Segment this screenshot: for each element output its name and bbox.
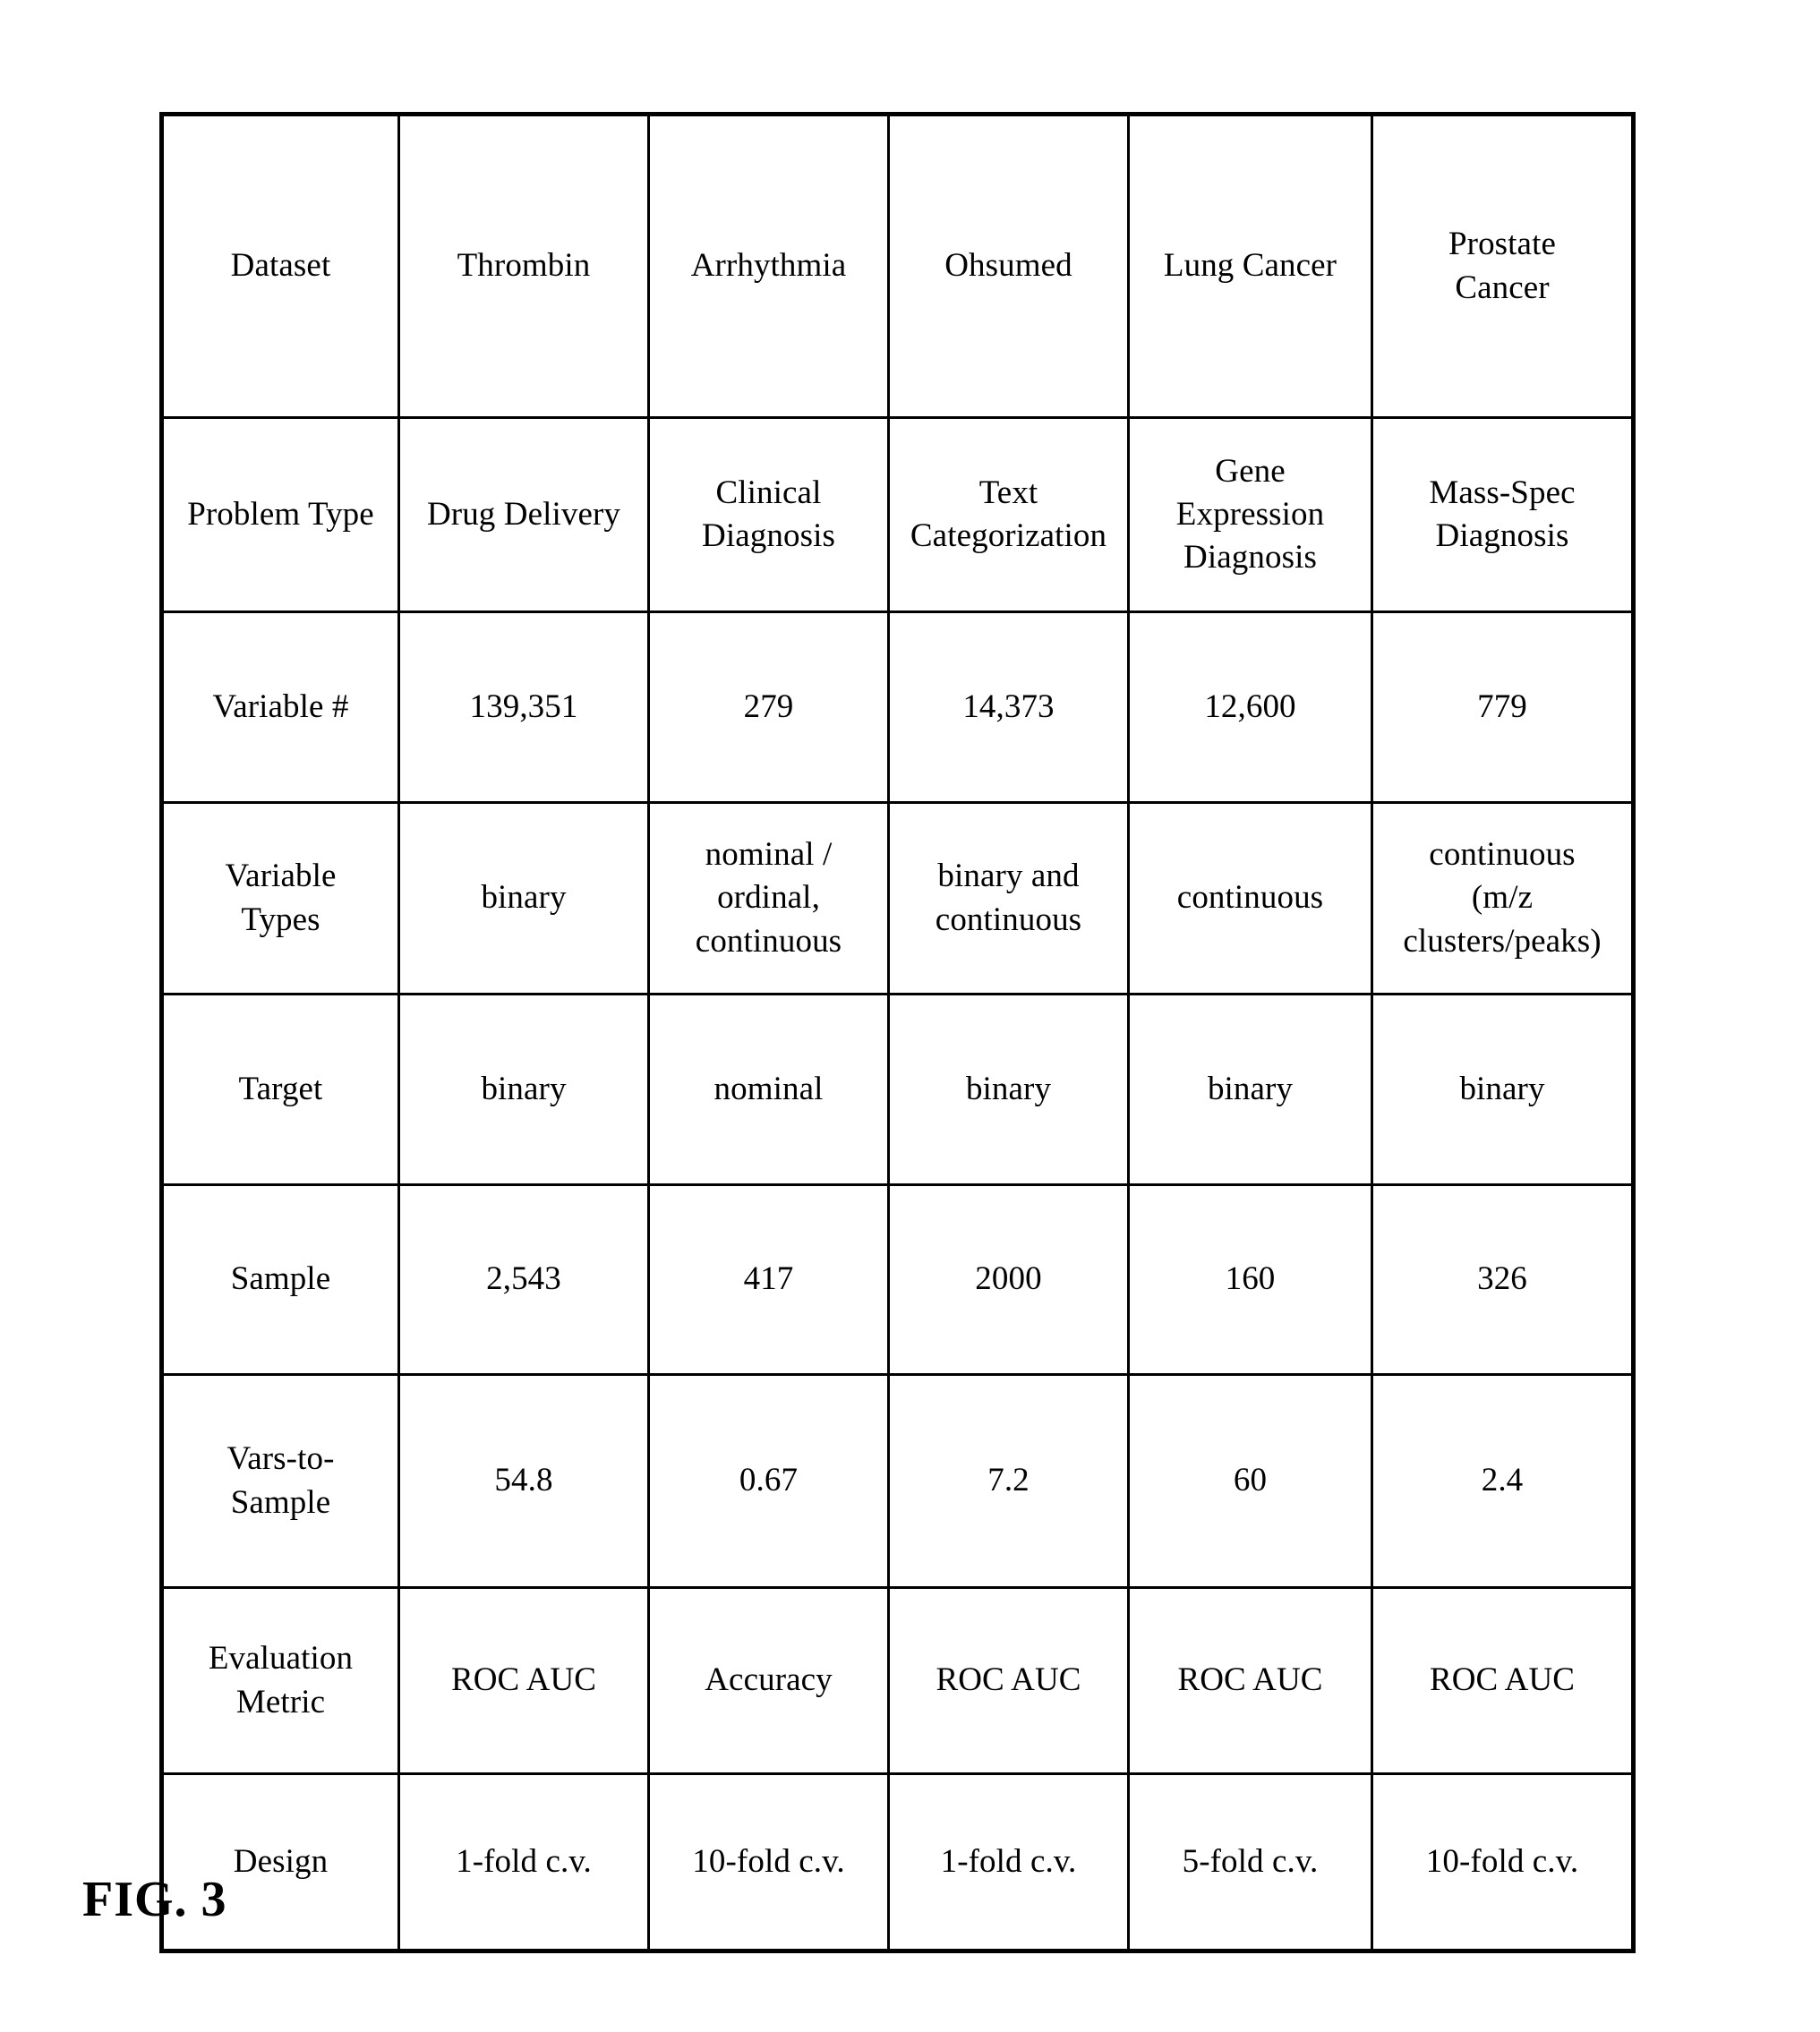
cell-design-arrhythmia: 10-fold c.v. [647, 1772, 890, 1952]
row-evaluation-metric: Evaluation Metric ROC AUC Accuracy ROC A… [160, 1586, 1635, 1775]
cell-variable-types-arrhythmia: nominal / ordinal, continuous [647, 801, 890, 995]
cell-problem-type-ohsumed: Text Categorization [887, 416, 1130, 613]
cell-design-prostate-cancer: 10-fold c.v. [1371, 1772, 1635, 1952]
cell-variable-count-lung-cancer: 12,600 [1127, 610, 1373, 804]
cell-vars-to-sample-ohsumed: 7.2 [887, 1373, 1130, 1589]
cell-problem-type-lung-cancer: Gene Expression Diagnosis [1127, 416, 1373, 613]
cell-evaluation-metric-prostate-cancer: ROC AUC [1371, 1586, 1635, 1775]
row-label-vars-to-sample: Vars-to- Sample [160, 1373, 400, 1589]
row-variable-types: Variable Types binary nominal / ordinal,… [160, 801, 1635, 995]
row-design: Design 1-fold c.v. 10-fold c.v. 1-fold c… [160, 1772, 1635, 1952]
cell-target-prostate-cancer: binary [1371, 993, 1635, 1186]
row-problem-type: Problem Type Drug Delivery Clinical Diag… [160, 416, 1635, 613]
cell-sample-arrhythmia: 417 [647, 1183, 890, 1376]
cell-sample-thrombin: 2,543 [397, 1183, 650, 1376]
table-header-row: Dataset Thrombin Arrhythmia Ohsumed Lung… [160, 113, 1635, 419]
cell-evaluation-metric-arrhythmia: Accuracy [647, 1586, 890, 1775]
cell-evaluation-metric-thrombin: ROC AUC [397, 1586, 650, 1775]
figure-caption: FIG. 3 [82, 1872, 227, 1927]
row-label-variable-count: Variable # [160, 610, 400, 804]
cell-evaluation-metric-ohsumed: ROC AUC [887, 1586, 1130, 1775]
cell-design-lung-cancer: 5-fold c.v. [1127, 1772, 1373, 1952]
cell-target-lung-cancer: binary [1127, 993, 1373, 1186]
row-label-evaluation-metric: Evaluation Metric [160, 1586, 400, 1775]
cell-target-arrhythmia: nominal [647, 993, 890, 1186]
row-label-sample: Sample [160, 1183, 400, 1376]
cell-evaluation-metric-lung-cancer: ROC AUC [1127, 1586, 1373, 1775]
cell-design-ohsumed: 1-fold c.v. [887, 1772, 1130, 1952]
cell-vars-to-sample-arrhythmia: 0.67 [647, 1373, 890, 1589]
cell-sample-ohsumed: 2000 [887, 1183, 1130, 1376]
row-sample: Sample 2,543 417 2000 160 326 [160, 1183, 1635, 1376]
row-label-problem-type: Problem Type [160, 416, 400, 613]
cell-design-thrombin: 1-fold c.v. [397, 1772, 650, 1952]
header-cell-ohsumed: Ohsumed [887, 113, 1130, 419]
header-cell-prostate-cancer: Prostate Cancer [1371, 113, 1635, 419]
cell-problem-type-thrombin: Drug Delivery [397, 416, 650, 613]
row-vars-to-sample: Vars-to- Sample 54.8 0.67 7.2 60 2.4 [160, 1373, 1635, 1589]
cell-variable-count-prostate-cancer: 779 [1371, 610, 1635, 804]
cell-variable-types-lung-cancer: continuous [1127, 801, 1373, 995]
patent-figure-sheet: Dataset Thrombin Arrhythmia Ohsumed Lung… [0, 0, 1820, 2032]
row-label-target: Target [160, 993, 400, 1186]
row-variable-count: Variable # 139,351 279 14,373 12,600 779 [160, 610, 1635, 804]
cell-problem-type-prostate-cancer: Mass-Spec Diagnosis [1371, 416, 1635, 613]
cell-variable-types-prostate-cancer: continuous (m/z clusters/peaks) [1371, 801, 1635, 995]
header-cell-dataset: Dataset [160, 113, 400, 419]
cell-sample-lung-cancer: 160 [1127, 1183, 1373, 1376]
cell-vars-to-sample-lung-cancer: 60 [1127, 1373, 1373, 1589]
cell-target-thrombin: binary [397, 993, 650, 1186]
cell-vars-to-sample-prostate-cancer: 2.4 [1371, 1373, 1635, 1589]
cell-vars-to-sample-thrombin: 54.8 [397, 1373, 650, 1589]
cell-variable-types-thrombin: binary [397, 801, 650, 995]
cell-variable-types-ohsumed: binary and continuous [887, 801, 1130, 995]
cell-problem-type-arrhythmia: Clinical Diagnosis [647, 416, 890, 613]
row-label-variable-types: Variable Types [160, 801, 400, 995]
cell-target-ohsumed: binary [887, 993, 1130, 1186]
cell-variable-count-ohsumed: 14,373 [887, 610, 1130, 804]
cell-variable-count-thrombin: 139,351 [397, 610, 650, 804]
header-cell-lung-cancer: Lung Cancer [1127, 113, 1373, 419]
cell-variable-count-arrhythmia: 279 [647, 610, 890, 804]
header-cell-thrombin: Thrombin [397, 113, 650, 419]
cell-sample-prostate-cancer: 326 [1371, 1183, 1635, 1376]
row-target: Target binary nominal binary binary bina… [160, 993, 1635, 1186]
dataset-comparison-table: Dataset Thrombin Arrhythmia Ohsumed Lung… [159, 112, 1636, 1953]
header-cell-arrhythmia: Arrhythmia [647, 113, 890, 419]
